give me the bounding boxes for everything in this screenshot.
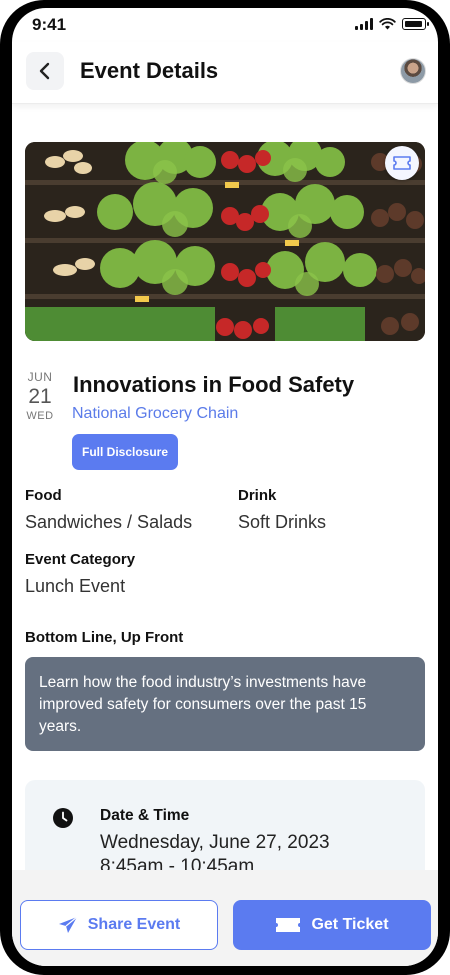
category-label: Event Category — [25, 551, 136, 568]
device-frame: 9:41 Event Details JUN 21 WED Innovation… — [0, 0, 450, 975]
wifi-icon — [379, 18, 396, 30]
share-event-label: Share Event — [87, 916, 181, 933]
category-value: Lunch Event — [25, 576, 126, 596]
clock-icon — [53, 808, 73, 828]
ticket-icon — [276, 918, 301, 932]
food-value: Sandwiches / Salads — [25, 512, 193, 532]
app-header: Event Details — [12, 42, 438, 104]
drink-label: Drink — [238, 487, 277, 504]
drink-value: Soft Drinks — [238, 512, 327, 532]
signal-icon — [355, 18, 373, 30]
event-image — [25, 142, 425, 341]
get-ticket-label: Get Ticket — [311, 916, 389, 933]
paper-plane-icon — [58, 916, 78, 933]
date-time-label: Date & Time — [100, 807, 190, 824]
produce-shelves-illustration — [25, 142, 425, 341]
event-date-full: Wednesday, June 27, 2023 — [100, 832, 330, 853]
avatar[interactable] — [400, 58, 426, 84]
get-ticket-button[interactable]: Get Ticket — [233, 900, 431, 950]
summary-heading: Bottom Line, Up Front — [25, 629, 184, 646]
battery-icon — [402, 18, 429, 30]
food-label: Food — [25, 487, 62, 504]
event-date: JUN 21 WED — [25, 370, 55, 422]
event-host-link[interactable]: National Grocery Chain — [72, 405, 238, 423]
status-bar: 9:41 — [12, 8, 438, 42]
date-month: JUN — [27, 370, 53, 384]
ticket-icon — [393, 156, 411, 170]
summary-text: Learn how the food industry’s investment… — [39, 674, 367, 735]
summary-box: Learn how the food industry’s investment… — [25, 657, 425, 751]
date-weekday: WED — [26, 410, 54, 422]
screen: 9:41 Event Details JUN 21 WED Innovation… — [12, 8, 438, 966]
status-time: 9:41 — [32, 15, 67, 34]
chevron-left-icon — [39, 62, 50, 80]
save-ticket-button[interactable] — [385, 146, 419, 180]
page-title: Event Details — [80, 58, 219, 83]
status-icons — [355, 18, 429, 30]
back-button[interactable] — [26, 52, 64, 90]
date-day: 21 — [28, 385, 52, 408]
share-event-button[interactable]: Share Event — [20, 900, 218, 950]
bottom-action-bar: Share Event Get Ticket — [12, 870, 438, 966]
full-disclosure-tag[interactable]: Full Disclosure — [72, 434, 179, 470]
event-title: Innovations in Food Safety — [73, 372, 355, 397]
